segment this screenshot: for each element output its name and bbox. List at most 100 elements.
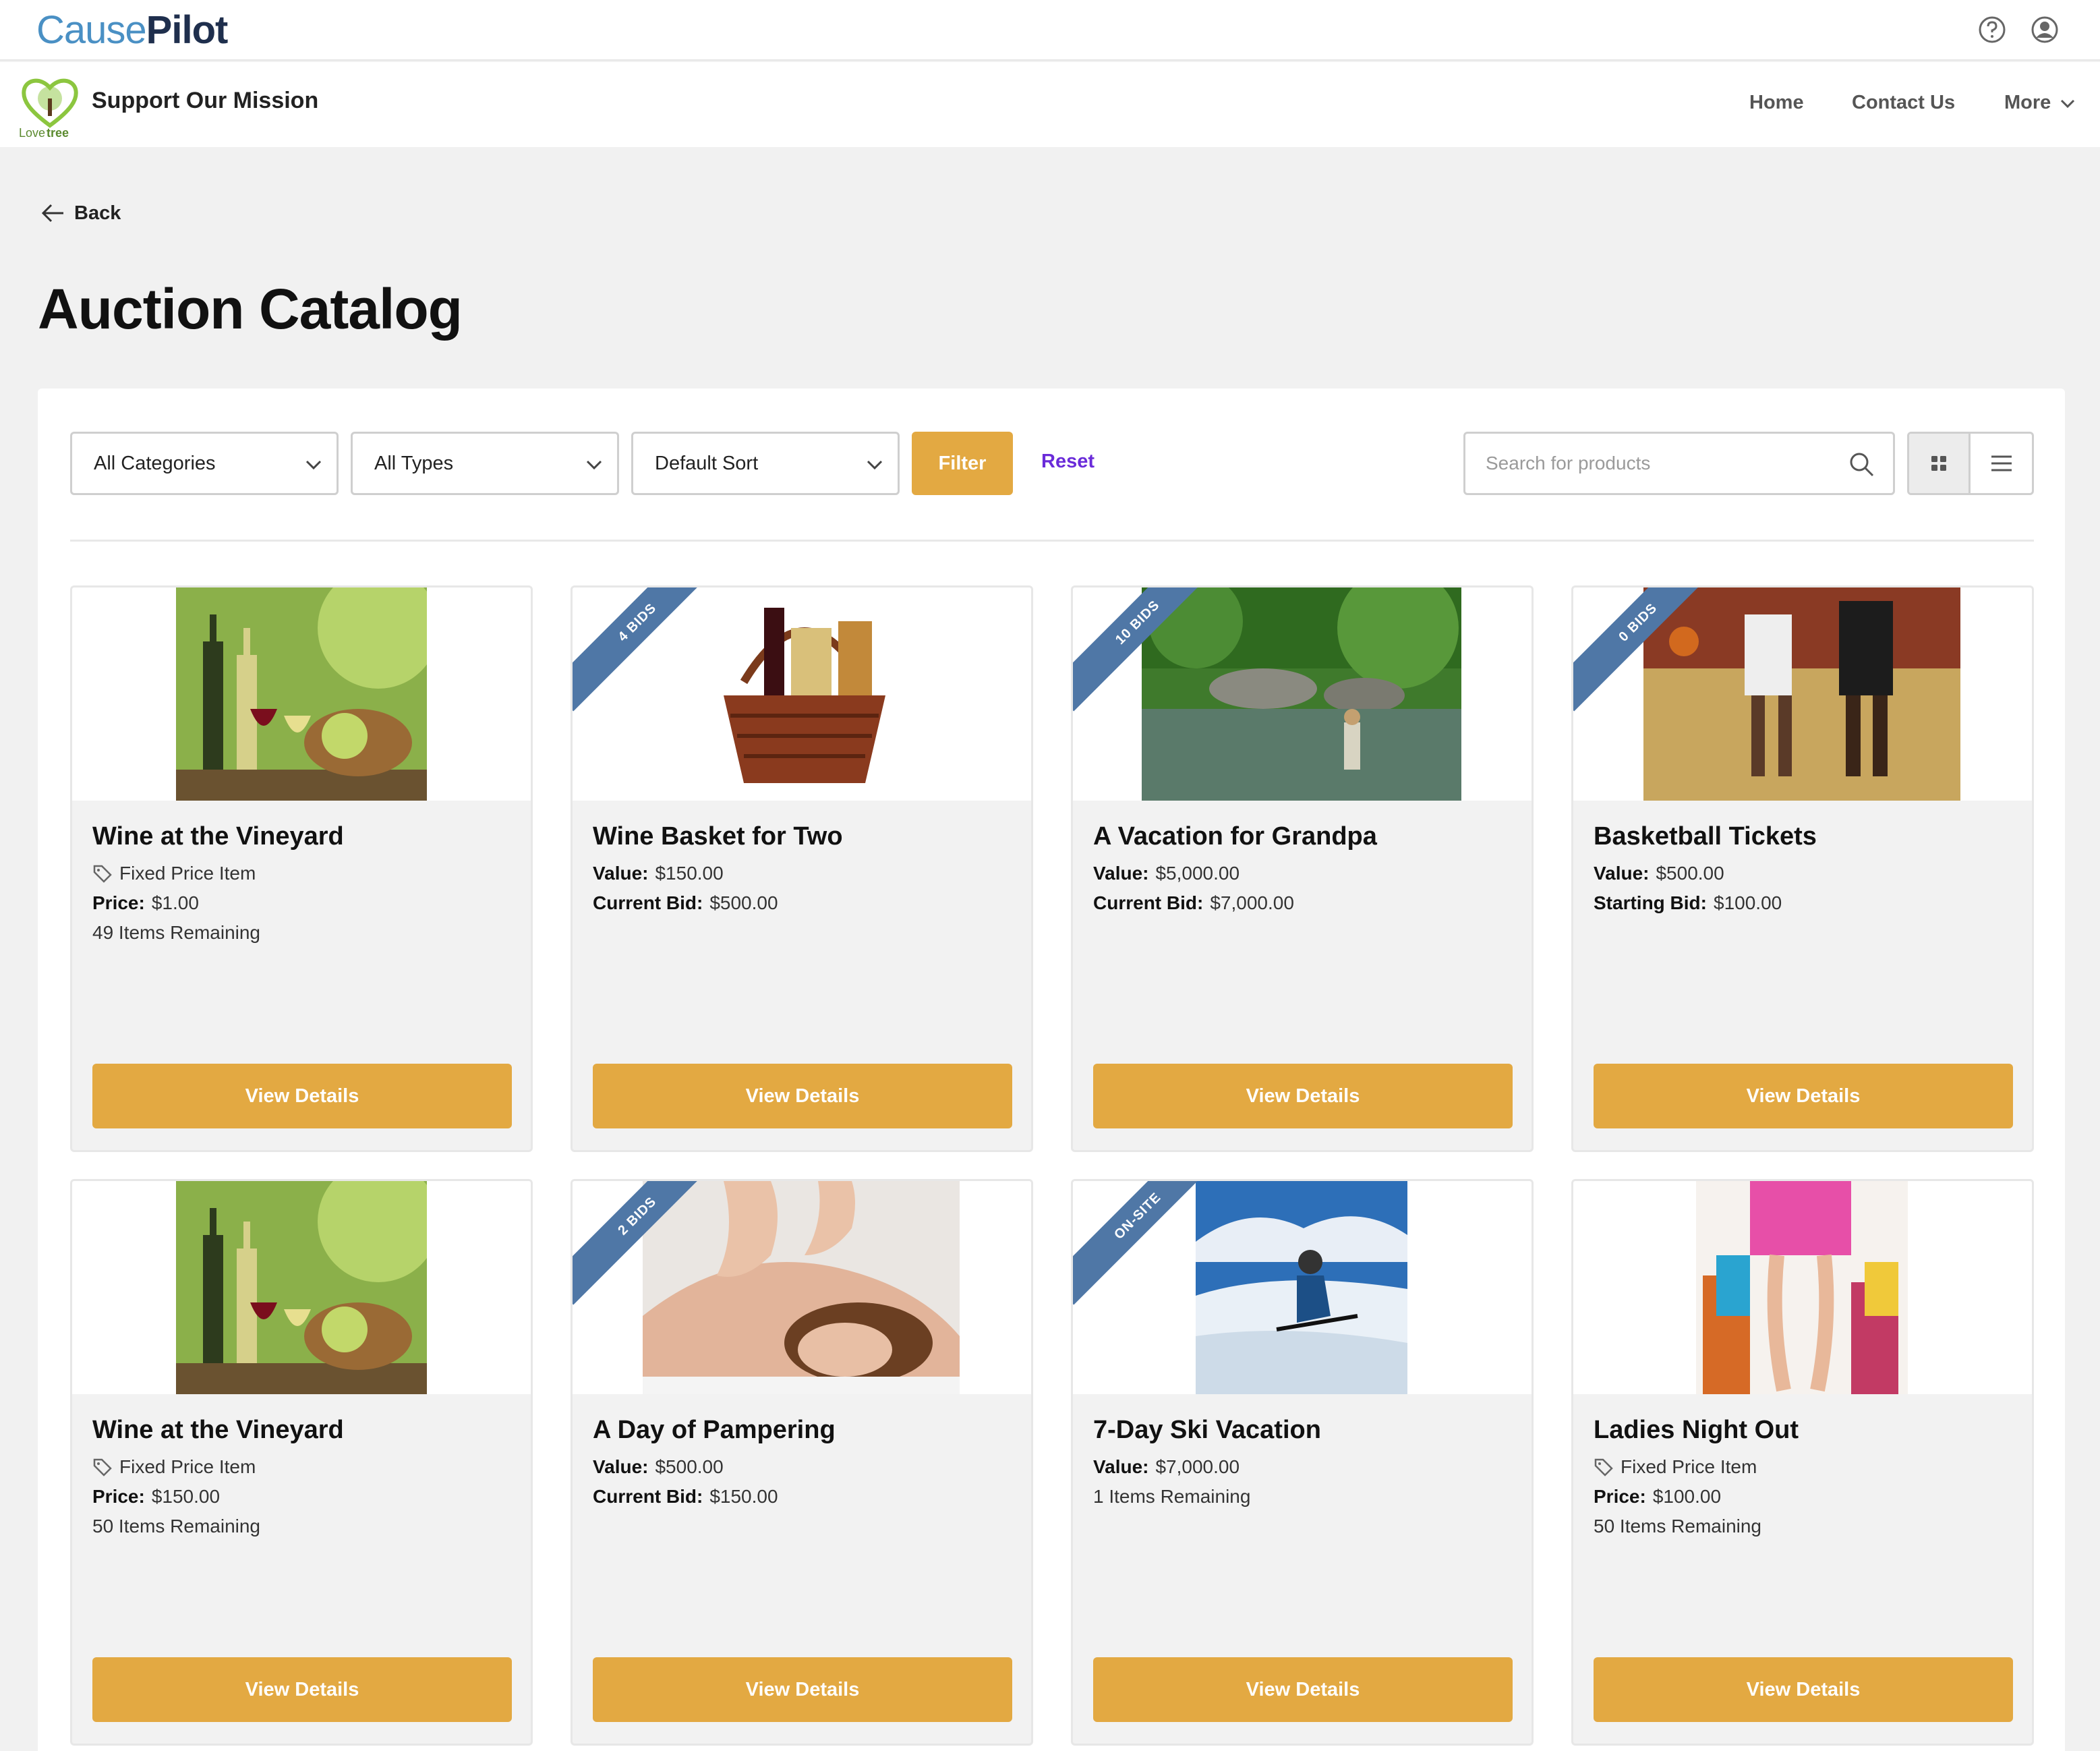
item-type: Fixed Price Item xyxy=(92,1456,256,1478)
item-type: Fixed Price Item xyxy=(92,863,256,884)
type-select[interactable]: All Types xyxy=(351,432,619,495)
shopping-image xyxy=(1696,1181,1908,1394)
item-type-label: Fixed Price Item xyxy=(119,1456,256,1477)
wine-basket-image xyxy=(703,587,904,801)
bids-ribbon: 4 BIDS xyxy=(573,587,726,712)
value-amount: $7,000.00 xyxy=(1155,1456,1240,1477)
grid-icon xyxy=(1931,456,1946,471)
price-value: $150.00 xyxy=(151,1486,221,1507)
nav-more[interactable]: More xyxy=(2004,92,2076,114)
value-line: Value: $500.00 xyxy=(1594,863,1724,884)
price-value: $100.00 xyxy=(1652,1486,1722,1507)
view-details-button[interactable]: View Details xyxy=(593,1657,1012,1722)
card-title: A Vacation for Grandpa xyxy=(1093,822,1377,851)
massage-image xyxy=(643,1181,960,1394)
bid-line: Current Bid: $500.00 xyxy=(593,892,778,914)
items-remaining: 49 Items Remaining xyxy=(92,922,261,943)
price-line: Price: $150.00 xyxy=(92,1486,220,1508)
product-card[interactable]: Wine at the Vineyard Fixed Price Item Pr… xyxy=(70,585,533,1152)
grid-view-button[interactable] xyxy=(1909,434,1971,493)
product-card[interactable]: Ladies Night Out Fixed Price Item Price:… xyxy=(1571,1179,2034,1746)
value-label: Value: xyxy=(593,1456,649,1477)
tag-icon xyxy=(93,865,112,883)
product-card[interactable]: 10 BIDS A Vacation for Grandpa Value: $5,… xyxy=(1071,585,1534,1152)
nav-contact-us[interactable]: Contact Us xyxy=(1852,92,1955,114)
price-label: Price: xyxy=(92,892,145,913)
chevron-down-icon xyxy=(305,460,322,470)
category-select-value: All Categories xyxy=(94,452,216,474)
ski-vacation-image xyxy=(1196,1181,1407,1394)
causepilot-logo[interactable]: CausePilot xyxy=(36,5,228,55)
price-line: Price: $100.00 xyxy=(1594,1486,1721,1508)
card-title: Ladies Night Out xyxy=(1594,1416,1799,1444)
sort-select[interactable]: Default Sort xyxy=(631,432,900,495)
bid-line: Starting Bid: $100.00 xyxy=(1594,892,1782,914)
bid-label: Starting Bid: xyxy=(1594,892,1707,913)
site-title: Support Our Mission xyxy=(92,88,319,113)
value-amount: $500.00 xyxy=(655,1456,724,1477)
product-card[interactable]: ON-SITE 7-Day Ski Vacation Value: $7,000.… xyxy=(1071,1179,1534,1746)
price-label: Price: xyxy=(1594,1486,1646,1507)
view-details-button[interactable]: View Details xyxy=(1594,1657,2013,1722)
price-label: Price: xyxy=(92,1486,145,1507)
value-amount: $500.00 xyxy=(1656,863,1724,884)
help-icon[interactable] xyxy=(1977,15,2007,45)
nav-home[interactable]: Home xyxy=(1749,92,1804,114)
card-image-area: 2 BIDS xyxy=(573,1181,1031,1394)
arrow-left-icon xyxy=(41,204,63,223)
card-image-area: 0 BIDS xyxy=(1573,587,2032,801)
price-value: $1.00 xyxy=(151,892,199,913)
back-button[interactable]: Back xyxy=(40,200,121,227)
top-bar: CausePilot xyxy=(0,0,2100,61)
bid-amount: $500.00 xyxy=(709,892,778,913)
filter-button[interactable]: Filter xyxy=(912,432,1013,495)
bid-amount: $100.00 xyxy=(1714,892,1782,913)
value-line: Value: $5,000.00 xyxy=(1093,863,1239,884)
card-title: 7-Day Ski Vacation xyxy=(1093,1416,1321,1444)
price-line: Price: $1.00 xyxy=(92,892,199,914)
card-image-area: ON-SITE xyxy=(1073,1181,1532,1394)
category-select[interactable]: All Categories xyxy=(70,432,339,495)
card-image-area xyxy=(72,587,531,801)
search-input[interactable] xyxy=(1486,447,1836,480)
value-label: Value: xyxy=(1093,863,1149,884)
nav-more-label: More xyxy=(2004,92,2051,113)
card-title: Wine at the Vineyard xyxy=(92,1416,344,1444)
product-card[interactable]: 4 BIDS Wine Basket for Two Value: $150.00… xyxy=(571,585,1033,1152)
sort-select-value: Default Sort xyxy=(655,452,759,474)
view-details-button[interactable]: View Details xyxy=(1594,1064,2013,1128)
view-details-button[interactable]: View Details xyxy=(1093,1064,1513,1128)
view-details-button[interactable]: View Details xyxy=(593,1064,1012,1128)
view-toggle xyxy=(1907,432,2034,495)
list-view-button[interactable] xyxy=(1971,434,2032,493)
product-card[interactable]: 2 BIDS A Day of Pampering Value: $500.00 … xyxy=(571,1179,1033,1746)
item-type-label: Fixed Price Item xyxy=(119,863,256,884)
bid-label: Current Bid: xyxy=(1093,892,1204,913)
divider xyxy=(70,540,2034,542)
bid-label: Current Bid: xyxy=(593,1486,703,1507)
product-card[interactable]: 0 BIDS Basketball Tickets Value: $500.00 … xyxy=(1571,585,2034,1152)
card-title: Basketball Tickets xyxy=(1594,822,1817,851)
bid-amount: $7,000.00 xyxy=(1210,892,1294,913)
logo-text-love: Love xyxy=(19,126,45,139)
catalog-panel: All Categories All Types Default Sort Fi… xyxy=(38,389,2065,1751)
brand-text-cause: Cause xyxy=(36,8,147,52)
tag-icon xyxy=(1594,1458,1613,1476)
view-details-button[interactable]: View Details xyxy=(92,1657,512,1722)
wine-vineyard-image xyxy=(176,1181,427,1394)
card-title: Wine Basket for Two xyxy=(593,822,843,851)
site-header: Love tree Support Our Mission Home Conta… xyxy=(0,62,2100,147)
search-box xyxy=(1463,432,1895,495)
lovetree-logo[interactable]: Love tree xyxy=(16,71,84,139)
value-label: Value: xyxy=(593,863,649,884)
search-icon[interactable] xyxy=(1847,450,1875,478)
view-details-button[interactable]: View Details xyxy=(92,1064,512,1128)
reset-link[interactable]: Reset xyxy=(1041,451,1095,473)
wine-vineyard-image xyxy=(176,587,427,801)
view-details-button[interactable]: View Details xyxy=(1093,1657,1513,1722)
product-card[interactable]: Wine at the Vineyard Fixed Price Item Pr… xyxy=(70,1179,533,1746)
value-label: Value: xyxy=(1093,1456,1149,1477)
user-account-icon[interactable] xyxy=(2030,15,2060,45)
chevron-down-icon xyxy=(867,460,883,470)
value-amount: $5,000.00 xyxy=(1155,863,1240,884)
